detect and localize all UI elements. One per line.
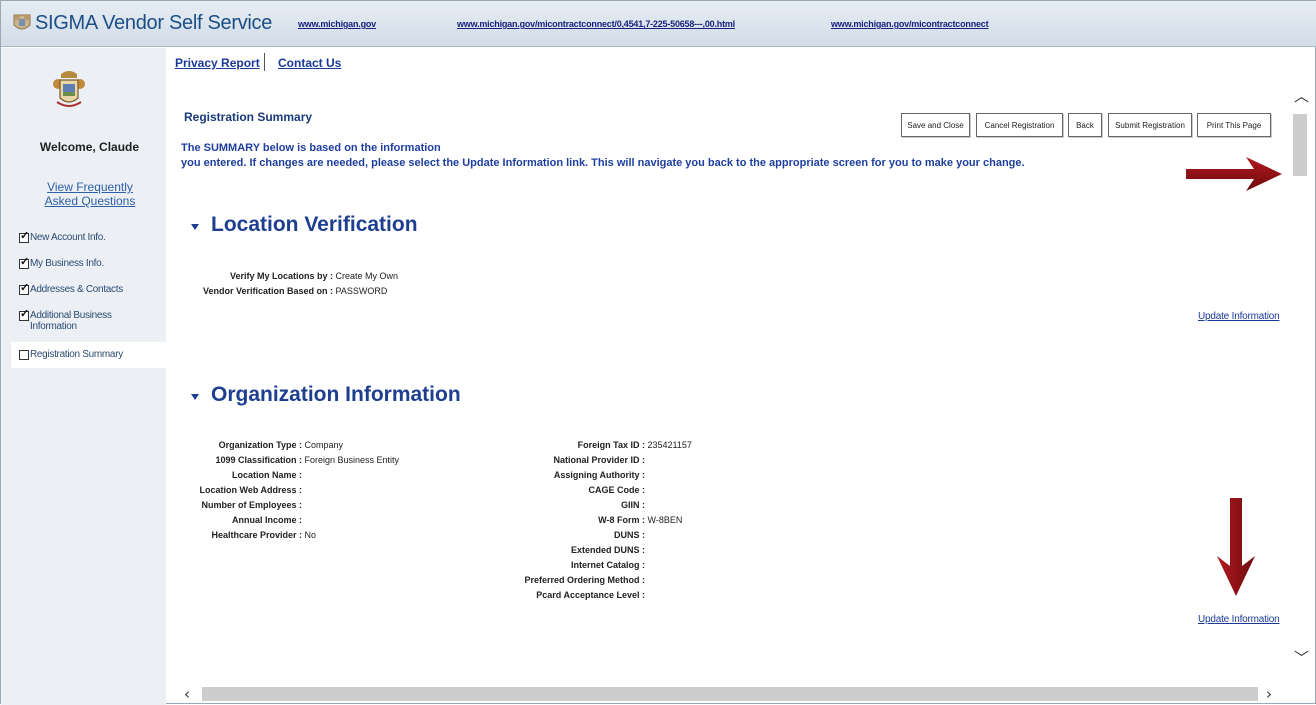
checkbox-checked-icon: ✓ [19,230,29,243]
field-label: Healthcare Provider : [211,530,302,540]
checkbox-checked-icon: ✓ [19,282,29,295]
instructions-line-1: The SUMMARY below is based on the inform… [181,142,441,154]
field-label: Vendor Verification Based on : [202,286,333,296]
field-label: 1099 Classification : [215,455,302,465]
scroll-left-chevron-icon[interactable]: ‹ [184,687,190,702]
field-label: Foreign Tax ID : [577,440,645,450]
scroll-down-chevron-icon[interactable]: ﹀ [1294,651,1309,666]
field-label: Preferred Ordering Method : [524,575,645,585]
instructions-line-2: you entered. If changes are needed, plea… [181,157,1025,169]
field-value: Foreign Business Entity [304,455,400,465]
horizontal-scrollbar-thumb[interactable] [202,687,1258,701]
checkbox-unchecked-icon [19,350,29,360]
annotation-arrow-down-icon [1217,498,1255,596]
app-title: SIGMA Vendor Self Service [35,11,273,34]
vertical-scrollbar-thumb[interactable] [1293,114,1307,176]
update-information-link[interactable]: Update Information [1198,311,1280,322]
field-label: DUNS : [614,530,645,540]
update-information-link[interactable]: Update Information [1198,614,1280,625]
field-label: Verify My Locations by : [229,271,333,281]
step-my-business-info[interactable]: ✓ My Business Info. [19,256,104,269]
save-and-close-button[interactable]: Save and Close [901,113,970,137]
field-label: Number of Employees : [201,500,302,510]
step-new-account-info[interactable]: ✓ New Account Info. [19,230,106,243]
field-value: Company [304,440,344,450]
step-label: My Business Info. [30,258,104,269]
field-label: W-8 Form : [598,515,645,525]
print-this-page-button[interactable]: Print This Page [1197,113,1271,137]
field-label: Pcard Acceptance Level : [536,590,645,600]
field-label: Location Name : [231,470,302,480]
micontractconnect-page-link[interactable]: www.michigan.gov/micontractconnect/0,454… [457,19,735,29]
field-label: National Provider ID : [553,455,645,465]
scroll-up-chevron-icon[interactable]: ︿ [1294,89,1309,104]
app-window: SIGMA Vendor Self Service www.michigan.g… [0,0,1316,705]
step-additional-business-info[interactable]: ✓ Additional Business Information [19,308,137,332]
step-label: Registration Summary [30,349,123,360]
submit-registration-button[interactable]: Submit Registration [1108,113,1192,137]
step-registration-summary[interactable]: Registration Summary [19,349,123,360]
back-button[interactable]: Back [1068,113,1102,137]
field-label: Internet Catalog : [570,560,645,570]
organization-right-fields: Foreign Tax ID : 235421157 National Prov… [481,438,692,603]
field-label: GIIN : [621,500,645,510]
section-title-text: Organization Information [211,383,461,406]
checkbox-checked-icon: ✓ [19,256,29,269]
location-verification-heading[interactable]: Location Verification [191,213,418,237]
annotation-arrow-right-icon [1186,157,1282,191]
step-label: Addresses & Contacts [30,284,123,295]
micontractconnect-link[interactable]: www.michigan.gov/micontractconnect [831,19,989,29]
field-label: Extended DUNS : [570,545,645,555]
top-header: SIGMA Vendor Self Service www.michigan.g… [1,1,1316,47]
collapse-triangle-icon[interactable] [191,393,199,400]
field-label: Assigning Authority : [553,470,645,480]
field-value: No [304,530,317,540]
field-label: Annual Income : [231,515,302,525]
location-fields: Verify My Locations by : Create My Own V… [191,269,398,299]
page-title: Registration Summary [184,110,313,124]
cancel-registration-button[interactable]: Cancel Registration [976,113,1063,137]
organization-left-fields: Organization Type : Company 1099 Classif… [191,438,399,543]
faq-link[interactable]: View Frequently Asked Questions [31,180,149,208]
summary-instructions: The SUMMARY below is based on the inform… [181,141,1025,171]
scroll-right-chevron-icon[interactable]: › [1266,687,1272,702]
welcome-message: Welcome, Claude [39,140,140,154]
michigan-gov-link[interactable]: www.michigan.gov [298,19,376,29]
privacy-report-link[interactable]: Privacy Report [175,56,260,70]
step-addresses-contacts[interactable]: ✓ Addresses & Contacts [19,282,123,295]
state-seal-icon [53,71,85,107]
organization-information-heading[interactable]: Organization Information [191,383,461,407]
field-value: PASSWORD [335,286,388,296]
brand: SIGMA Vendor Self Service [11,11,272,35]
field-value: 235421157 [647,440,692,450]
checkbox-checked-icon: ✓ [19,308,29,321]
section-title-text: Location Verification [211,213,418,236]
step-label: New Account Info. [30,232,106,243]
link-separator [264,53,265,71]
michigan-seal-icon [13,14,31,30]
step-label: Additional Business Information [30,310,112,332]
field-label: Organization Type : [218,440,302,450]
field-label: CAGE Code : [588,485,645,495]
collapse-triangle-icon[interactable] [191,223,199,230]
contact-us-link[interactable]: Contact Us [278,56,341,70]
field-value: W-8BEN [647,515,683,525]
field-value: Create My Own [335,271,399,281]
field-label: Location Web Address : [199,485,302,495]
